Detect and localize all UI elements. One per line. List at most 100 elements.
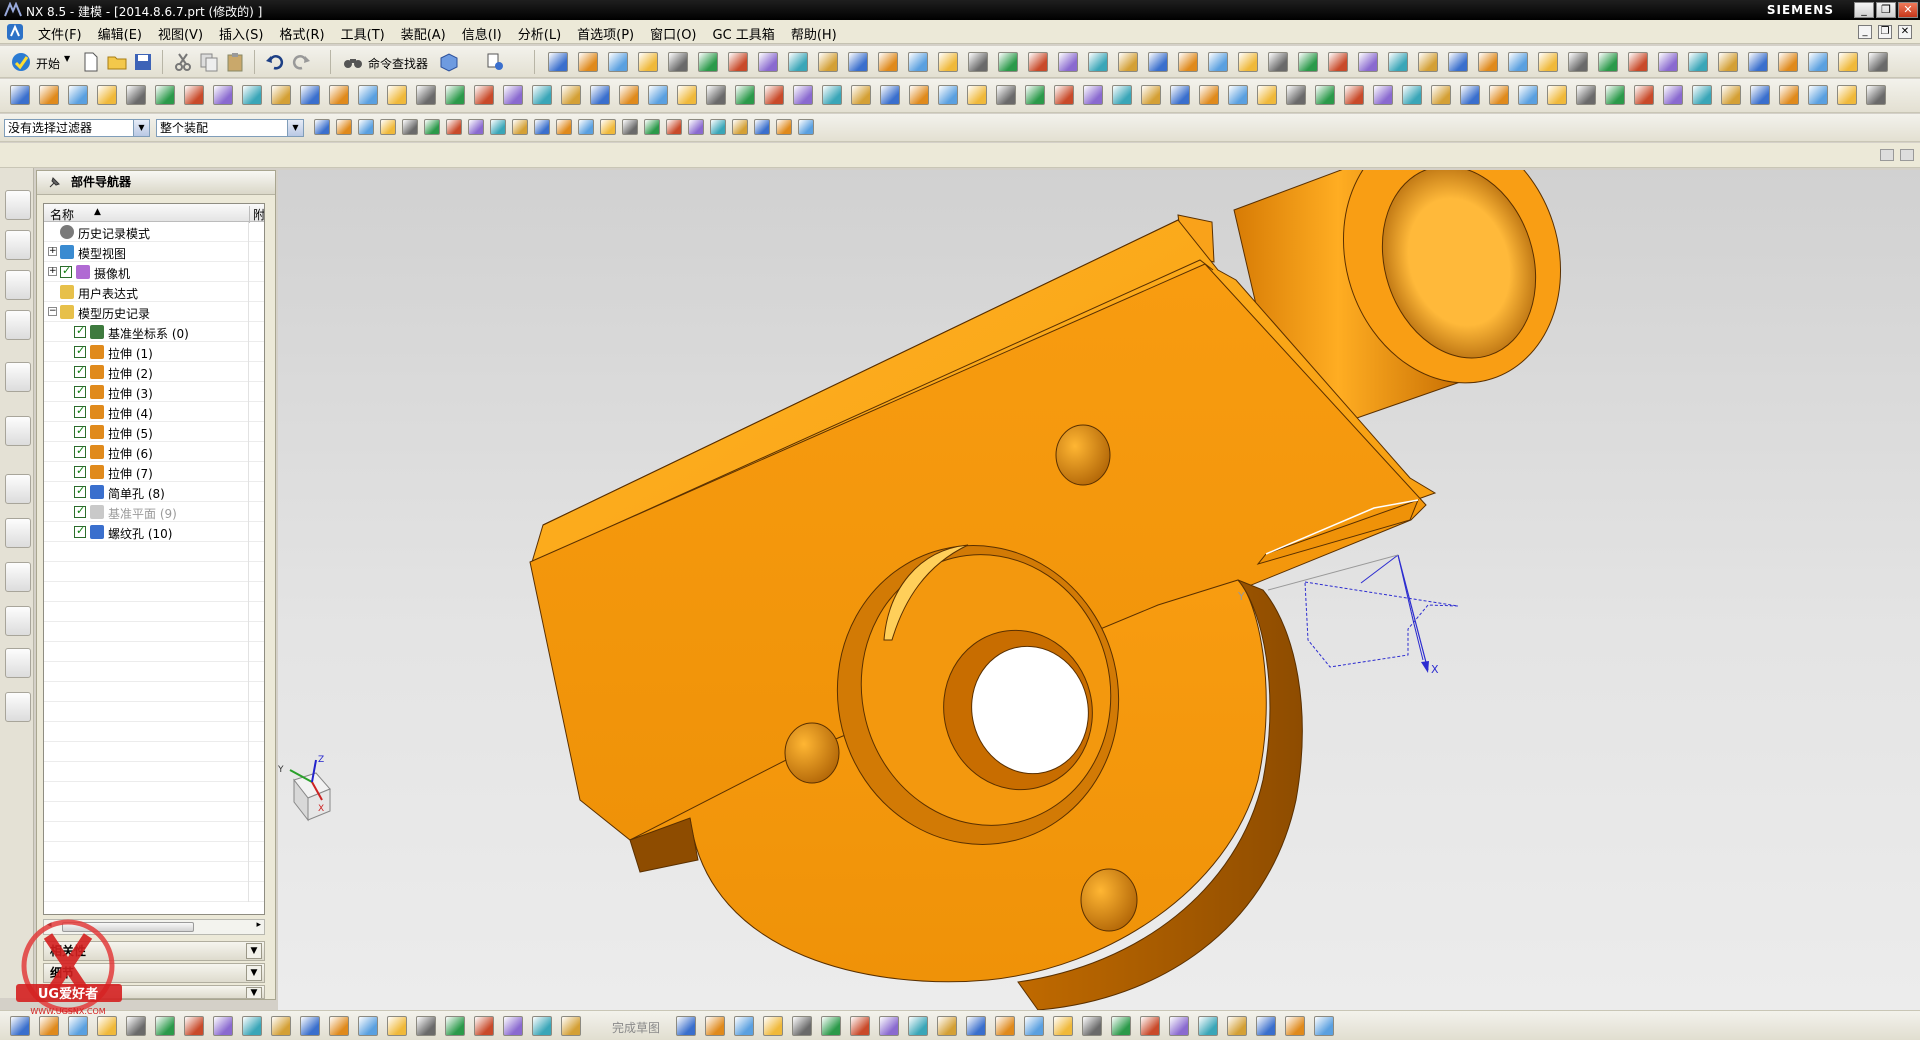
visibility-checkbox[interactable] <box>74 364 86 378</box>
view-tool-icon[interactable] <box>1148 52 1168 72</box>
mdi-minimize-button[interactable]: _ <box>1858 25 1872 39</box>
sketch-tool-icon[interactable] <box>329 1016 349 1036</box>
feature-tool-icon[interactable] <box>68 85 88 105</box>
feature-tool-icon[interactable] <box>1402 85 1422 105</box>
sketch-tool-icon[interactable] <box>300 1016 320 1036</box>
snap-tool-icon[interactable] <box>600 119 616 135</box>
sketch-tool-icon[interactable] <box>821 1016 841 1036</box>
cut-icon[interactable] <box>172 51 194 73</box>
menu-format[interactable]: 格式(R) <box>271 24 332 43</box>
feature-tool-icon[interactable] <box>1866 85 1886 105</box>
sketch-tool-icon[interactable] <box>97 1016 117 1036</box>
feature-tool-icon[interactable] <box>1257 85 1277 105</box>
feature-tool-icon[interactable] <box>735 85 755 105</box>
feature-tool-icon[interactable] <box>1576 85 1596 105</box>
close-button[interactable]: ✕ <box>1898 2 1918 18</box>
sketch-tool-icon[interactable] <box>966 1016 986 1036</box>
tree-row[interactable]: 拉伸 (6) <box>44 442 264 462</box>
sketch-tool-icon[interactable] <box>937 1016 957 1036</box>
view-tool-icon[interactable] <box>1358 52 1378 72</box>
snap-tool-icon[interactable] <box>754 119 770 135</box>
menu-preferences[interactable]: 首选项(P) <box>569 24 642 43</box>
feature-tool-icon[interactable] <box>10 85 30 105</box>
snap-tool-icon[interactable] <box>710 119 726 135</box>
view-tool-icon[interactable] <box>1508 52 1528 72</box>
feature-tool-icon[interactable] <box>503 85 523 105</box>
chevron-down-icon[interactable]: ▼ <box>246 987 262 998</box>
selection-scope-combo[interactable]: 整个装配 ▼ <box>156 119 304 137</box>
feature-tool-icon[interactable] <box>561 85 581 105</box>
start-dropdown-icon[interactable]: ▼ <box>64 54 70 63</box>
snap-tool-icon[interactable] <box>578 119 594 135</box>
feature-tool-icon[interactable] <box>271 85 291 105</box>
part-navigator-icon[interactable] <box>5 270 31 300</box>
minimize-button[interactable]: _ <box>1854 2 1874 18</box>
menu-gc-toolkit[interactable]: GC 工具箱 <box>705 24 783 43</box>
sketch-tool-icon[interactable] <box>879 1016 899 1036</box>
view-tool-icon[interactable] <box>698 52 718 72</box>
column-attached-header[interactable]: 附 <box>249 206 264 223</box>
layer-settings-icon[interactable] <box>484 51 506 73</box>
view-tool-icon[interactable] <box>1778 52 1798 72</box>
feature-tool-icon[interactable] <box>1083 85 1103 105</box>
feature-tool-icon[interactable] <box>1460 85 1480 105</box>
menu-insert[interactable]: 插入(S) <box>211 24 271 43</box>
feature-tool-icon[interactable] <box>184 85 204 105</box>
internet-explorer-icon[interactable] <box>5 362 31 392</box>
part-model[interactable]: X Y Y X Z <box>278 170 1920 1010</box>
sketch-tool-icon[interactable] <box>1140 1016 1160 1036</box>
snap-tool-icon[interactable] <box>732 119 748 135</box>
chevron-down-icon[interactable]: ▼ <box>133 120 149 136</box>
feature-tool-icon[interactable] <box>1779 85 1799 105</box>
sketch-tool-icon[interactable] <box>561 1016 581 1036</box>
scroll-right-icon[interactable]: ▸ <box>256 920 261 930</box>
visibility-checkbox[interactable] <box>74 384 86 398</box>
snap-tool-icon[interactable] <box>776 119 792 135</box>
view-tool-icon[interactable] <box>1418 52 1438 72</box>
snap-tool-icon[interactable] <box>688 119 704 135</box>
feature-tool-icon[interactable] <box>532 85 552 105</box>
feature-tool-icon[interactable] <box>126 85 146 105</box>
view-tool-icon[interactable] <box>1088 52 1108 72</box>
view-tool-icon[interactable] <box>1178 52 1198 72</box>
tree-row[interactable]: 拉伸 (4) <box>44 402 264 422</box>
sketch-tool-icon[interactable] <box>792 1016 812 1036</box>
system-scene-icon[interactable] <box>5 692 31 722</box>
snap-tool-icon[interactable] <box>644 119 660 135</box>
clock-icon[interactable] <box>5 474 31 504</box>
feature-tool-icon[interactable] <box>213 85 233 105</box>
view-tool-icon[interactable] <box>1808 52 1828 72</box>
snap-tool-icon[interactable] <box>512 119 528 135</box>
feature-tool-icon[interactable] <box>822 85 842 105</box>
snap-tool-icon[interactable] <box>666 119 682 135</box>
feature-tool-icon[interactable] <box>1634 85 1654 105</box>
visibility-checkbox[interactable] <box>74 444 86 458</box>
snap-tool-icon[interactable] <box>798 119 814 135</box>
app-menu-icon[interactable] <box>6 23 24 41</box>
sketch-tool-icon[interactable] <box>242 1016 262 1036</box>
view-tool-icon[interactable] <box>1748 52 1768 72</box>
feature-tool-icon[interactable] <box>1286 85 1306 105</box>
feature-tool-icon[interactable] <box>39 85 59 105</box>
sketch-tool-icon[interactable] <box>445 1016 465 1036</box>
feature-tool-icon[interactable] <box>1808 85 1828 105</box>
sketch-tool-icon[interactable] <box>68 1016 88 1036</box>
menu-analysis[interactable]: 分析(L) <box>510 24 569 43</box>
view-tool-icon[interactable] <box>1328 52 1348 72</box>
feature-tool-icon[interactable] <box>1228 85 1248 105</box>
sketch-tool-icon[interactable] <box>705 1016 725 1036</box>
feature-tool-icon[interactable] <box>1315 85 1335 105</box>
view-tool-icon[interactable] <box>668 52 688 72</box>
sketch-tool-icon[interactable] <box>271 1016 291 1036</box>
full-screen-icon[interactable] <box>1880 149 1894 161</box>
sketch-tool-icon[interactable] <box>763 1016 783 1036</box>
view-tool-icon[interactable] <box>878 52 898 72</box>
feature-tool-icon[interactable] <box>155 85 175 105</box>
view-tool-icon[interactable] <box>638 52 658 72</box>
feature-tool-icon[interactable] <box>793 85 813 105</box>
feature-tool-icon[interactable] <box>1141 85 1161 105</box>
view-tool-icon[interactable] <box>548 52 568 72</box>
snap-tool-icon[interactable] <box>424 119 440 135</box>
selection-filter-combo[interactable]: 没有选择过滤器 ▼ <box>4 119 150 137</box>
roles-icon[interactable] <box>5 648 31 678</box>
